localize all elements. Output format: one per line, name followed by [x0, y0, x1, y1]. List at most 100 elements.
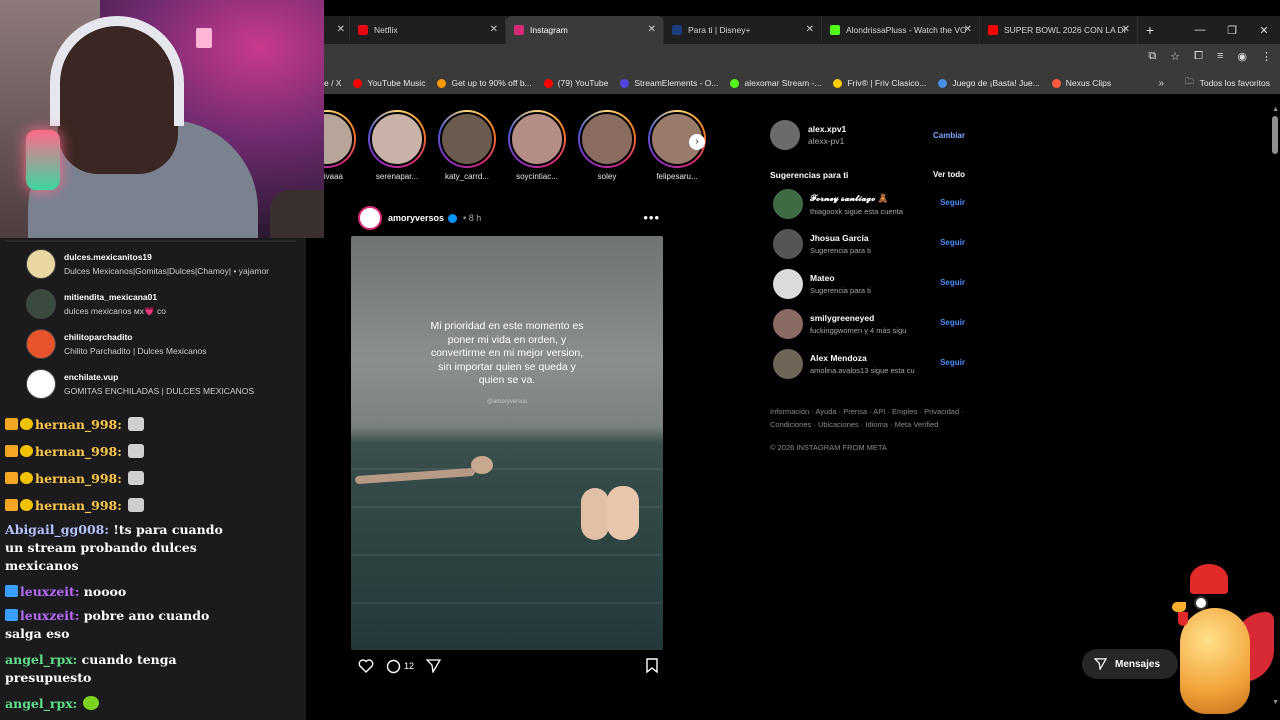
comment-button[interactable]: 12 — [386, 659, 414, 674]
suggestion-name[interactable]: smilygreeneyed — [810, 313, 932, 323]
new-tab-button[interactable]: + — [1138, 22, 1162, 38]
maximize-button[interactable]: ❐ — [1216, 24, 1248, 37]
all-favorites[interactable]: 🗀 Todos los favoritos — [1185, 76, 1270, 90]
subscriber-badge-icon — [20, 418, 33, 430]
close-window-button[interactable]: ✕ — [1248, 24, 1280, 37]
suggestion-name[interactable]: Jhosua García — [810, 233, 932, 243]
bookmark-item[interactable]: Juego de ¡Basta! Jue... — [938, 78, 1040, 88]
story-item[interactable]: katy_carrd... — [438, 110, 496, 182]
rooster-beak — [1172, 602, 1186, 612]
suggestion-item: Mateo Sugerencia para ti Seguir — [770, 264, 965, 304]
tab-disney[interactable]: Para ti | Disney+ ✕ — [664, 16, 822, 44]
close-icon[interactable]: ✕ — [648, 24, 656, 35]
bookmark-item[interactable]: Friv® | Friv Clasico... — [833, 78, 926, 88]
close-icon[interactable]: ✕ — [337, 24, 345, 35]
close-icon[interactable]: ✕ — [964, 24, 972, 35]
switch-account-button[interactable]: Cambiar — [933, 131, 965, 140]
save-button[interactable] — [646, 658, 658, 675]
avatar[interactable] — [773, 189, 803, 219]
story-avatar — [580, 112, 634, 166]
story-item[interactable]: soley — [578, 110, 636, 182]
media-control-icon[interactable]: ≡ — [1217, 50, 1223, 63]
swimmer-foot — [607, 486, 639, 540]
avatar[interactable] — [770, 120, 800, 150]
chat-username: angel_rpx: — [5, 652, 78, 667]
post-header: amoryversos • 8 h ••• — [358, 206, 660, 230]
avatar[interactable] — [773, 309, 803, 339]
bookmark-item[interactable]: StreamElements - O... — [620, 78, 718, 88]
menu-icon[interactable]: ⋮ — [1261, 50, 1272, 63]
tab-netflix[interactable]: Netflix ✕ — [350, 16, 506, 44]
heart-icon — [358, 659, 374, 673]
footer-links[interactable]: Información · Ayuda · Prensa · API · Emp… — [770, 406, 965, 431]
rooster-wattle — [1178, 612, 1188, 626]
tab-partial[interactable]: ✕ — [324, 16, 350, 44]
avatar[interactable] — [773, 349, 803, 379]
bookmark-item[interactable]: alexomar Stream -... — [730, 78, 821, 88]
post-image[interactable]: Mi prioridad en este momento es poner mi… — [351, 236, 663, 650]
follow-button[interactable]: Seguir — [940, 238, 965, 247]
post-avatar[interactable] — [358, 206, 382, 230]
tab-youtube[interactable]: SUPER BOWL 2026 CON LA DI ✕ — [980, 16, 1138, 44]
follow-button[interactable]: Seguir — [940, 278, 965, 287]
story-avatar — [510, 112, 564, 166]
send-icon — [426, 659, 442, 673]
follow-button[interactable]: Seguir — [940, 358, 965, 367]
account-username[interactable]: alex.xpv1 — [808, 124, 846, 134]
extensions-icon[interactable]: ⧠ — [1194, 50, 1203, 63]
all-favorites-label: Todos los favoritos — [1199, 78, 1270, 88]
bookmark-star-icon[interactable]: ☆ — [1170, 50, 1180, 63]
verified-badge-icon — [5, 585, 18, 597]
water-ripple — [351, 468, 663, 470]
suggestion-name[interactable]: Mateo — [810, 273, 932, 283]
friv-icon — [833, 78, 843, 88]
follow-button[interactable]: Seguir — [940, 318, 965, 327]
more-options-icon[interactable]: ••• — [643, 210, 660, 225]
bookmark-item[interactable]: YouTube Music — [353, 78, 425, 88]
chat-message: Abigail_gg008: !ts para cuando un stream… — [5, 521, 225, 575]
address-bar[interactable]: ⧉ ☆ ⧠ ≡ ◉ ⋮ — [324, 44, 1280, 72]
list-item: chilitoparchadito Chilito Parchadito | D… — [26, 328, 298, 360]
follow-button[interactable]: Seguir — [940, 198, 965, 207]
list-item-text: dulces.mexicanitos19 Dulces Mexicanos|Go… — [64, 252, 269, 276]
chat-username: hernan_998: — [35, 498, 122, 513]
story-ring — [438, 110, 496, 168]
tab-instagram[interactable]: Instagram ✕ — [506, 16, 664, 44]
bookmark-item[interactable]: e / X — [324, 78, 341, 88]
messages-button[interactable]: Mensajes — [1082, 649, 1178, 679]
list-item-text: mitiendita_mexicana01 dulces mexicanos м… — [64, 292, 166, 317]
close-icon[interactable]: ✕ — [806, 24, 814, 35]
share-button[interactable] — [426, 659, 442, 673]
avatar[interactable] — [773, 229, 803, 259]
suggestions-sidebar: alex.xpv1 alexx-pv1 Cambiar Sugerencias … — [770, 118, 965, 452]
story-item[interactable]: serenapar... — [368, 110, 426, 182]
install-app-icon[interactable]: ⧉ — [1148, 50, 1156, 63]
microphone-icon — [26, 130, 60, 190]
story-ring — [368, 110, 426, 168]
rooster-comb — [1190, 564, 1228, 594]
bookmark-item[interactable]: (79) YouTube — [543, 78, 608, 88]
tab-kick[interactable]: AlondrissaPluss - Watch the VO ✕ — [822, 16, 980, 44]
story-item[interactable]: soycintiac... — [508, 110, 566, 182]
bookmark-item[interactable]: Get up to 90% off b... — [437, 78, 532, 88]
see-all-button[interactable]: Ver todo — [933, 170, 965, 179]
avatar[interactable] — [773, 269, 803, 299]
scroll-up-arrow-icon[interactable]: ▲ — [1272, 106, 1279, 113]
close-icon[interactable]: ✕ — [1122, 24, 1130, 35]
tab-label: Netflix — [374, 25, 398, 35]
profile-icon[interactable]: ◉ — [1237, 50, 1247, 63]
minimize-button[interactable]: — — [1184, 24, 1216, 36]
stories-next-button[interactable]: › — [689, 134, 705, 150]
bookmark-label: Friv® | Friv Clasico... — [847, 78, 927, 88]
suggestion-name[interactable]: Alex Mendoza — [810, 353, 932, 363]
post-username[interactable]: amoryversos — [388, 213, 444, 223]
suggestions-title: Sugerencias para ti — [770, 170, 849, 180]
more-bookmarks-button[interactable]: » — [1158, 78, 1164, 89]
like-button[interactable] — [358, 659, 374, 673]
suggestion-name[interactable]: 𝓕𝓸𝓻𝓷𝓮𝔂 𝓼𝓪𝓷𝓽𝓲𝓪𝓰𝓸 🧸 — [810, 193, 932, 204]
list-item-name: mitiendita_mexicana01 — [64, 291, 158, 302]
close-icon[interactable]: ✕ — [490, 24, 498, 35]
skull-emote-icon — [127, 498, 144, 512]
scrollbar-thumb[interactable] — [1272, 116, 1278, 154]
bookmark-item[interactable]: Nexus Clips — [1051, 78, 1111, 88]
